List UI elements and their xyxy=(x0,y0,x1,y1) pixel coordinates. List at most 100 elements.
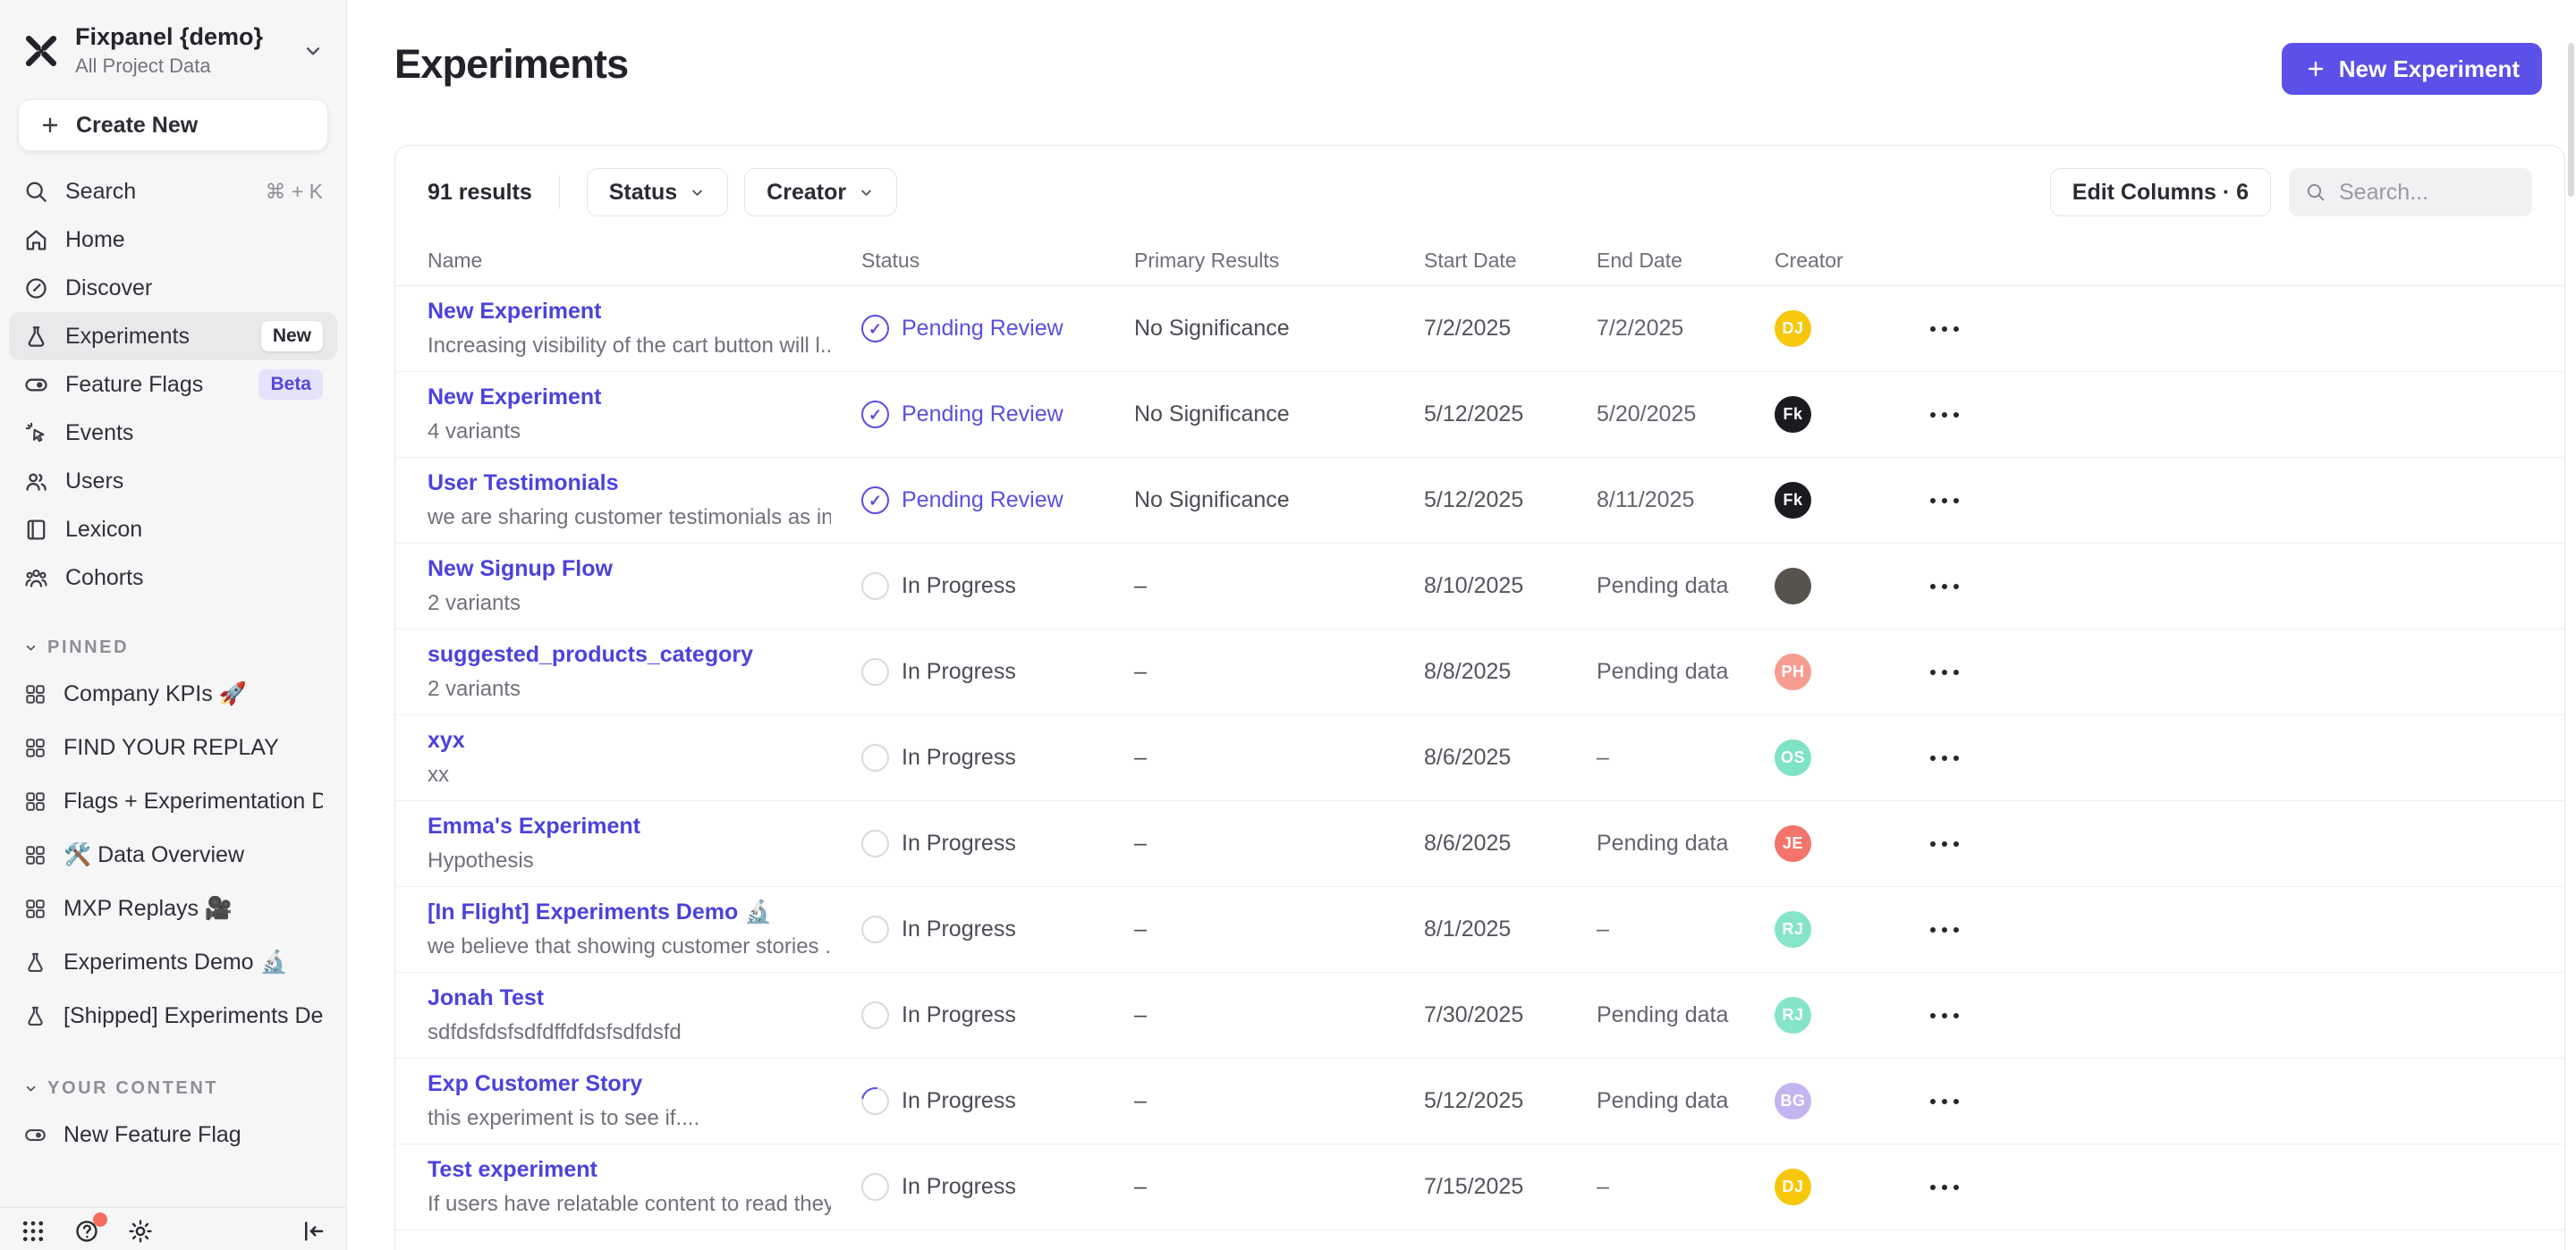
column-header-primary-results[interactable]: Primary Results xyxy=(1134,249,1424,273)
experiment-name-link[interactable]: [In Flight] Experiments Demo 🔬 xyxy=(428,899,831,925)
creator-avatar xyxy=(1775,568,1811,604)
row-overflow-menu-button[interactable] xyxy=(1927,405,1962,425)
experiment-description: If users have relatable content to read … xyxy=(428,1192,831,1217)
sidebar-item-users[interactable]: Users xyxy=(9,457,337,505)
pinned-item-company-kpis[interactable]: Company KPIs 🚀 xyxy=(0,667,346,721)
workspace-name: Fixpanel {demo} xyxy=(75,23,263,50)
sidebar-footer xyxy=(0,1207,346,1250)
column-header-creator[interactable]: Creator xyxy=(1775,249,1927,273)
window-scrollbar-thumb[interactable] xyxy=(2568,43,2574,197)
experiment-name-link[interactable]: Exp Customer Story xyxy=(428,1071,831,1097)
row-overflow-menu-button[interactable] xyxy=(1927,834,1962,854)
help-icon[interactable] xyxy=(73,1218,100,1245)
sidebar-item-home[interactable]: Home xyxy=(9,215,337,264)
row-overflow-menu-button[interactable] xyxy=(1927,491,1962,511)
pinned-item-mxp-replays[interactable]: MXP Replays 🎥 xyxy=(0,882,346,935)
status-icon xyxy=(856,1082,894,1120)
create-new-button[interactable]: Create New xyxy=(18,99,328,151)
experiment-name-link[interactable]: User Testimonials xyxy=(428,470,831,496)
gear-icon[interactable] xyxy=(127,1218,154,1245)
experiment-name-link[interactable]: Jonah Test xyxy=(428,985,831,1011)
row-overflow-menu-button[interactable] xyxy=(1927,748,1962,768)
experiment-name-link[interactable]: New Signup Flow xyxy=(428,556,831,582)
end-date-cell: Pending data xyxy=(1597,831,1775,857)
sidebar-item-cohorts[interactable]: Cohorts xyxy=(9,553,337,602)
toggle-icon xyxy=(23,1123,47,1147)
column-header-end-date[interactable]: End Date xyxy=(1597,249,1775,273)
status-cell: In Progress xyxy=(861,916,1134,943)
end-date-cell: – xyxy=(1597,1174,1775,1200)
creator-avatar: PH xyxy=(1775,654,1811,690)
beta-badge: Beta xyxy=(258,369,323,400)
creator-avatar: RJ xyxy=(1775,997,1811,1034)
table-toolbar: 91 results Status Creator Edit Columns ·… xyxy=(395,146,2564,236)
row-overflow-menu-button[interactable] xyxy=(1927,920,1962,940)
apps-grid-icon[interactable] xyxy=(20,1218,47,1245)
users-icon xyxy=(23,469,49,494)
your-content-item-new-feature-flag[interactable]: New Feature Flag xyxy=(0,1108,346,1161)
experiment-name-link[interactable]: Emma's Experiment xyxy=(428,814,831,840)
sidebar-item-experiments[interactable]: Experiments New xyxy=(9,312,337,360)
status-label: In Progress xyxy=(902,1174,1016,1200)
pinned-item-find-your-replay[interactable]: FIND YOUR REPLAY xyxy=(0,721,346,774)
experiment-name-link[interactable]: New Experiment xyxy=(428,299,831,325)
pinned-item-data-overview[interactable]: 🛠️ Data Overview xyxy=(0,828,346,882)
table-row: New Experiment 4 variants Pending Review… xyxy=(395,372,2564,458)
row-overflow-menu-button[interactable] xyxy=(1927,577,1962,596)
status-label: In Progress xyxy=(902,916,1016,942)
table-row: [In Flight] Experiments Demo 🔬 we believ… xyxy=(395,887,2564,973)
new-experiment-button[interactable]: New Experiment xyxy=(2282,43,2542,95)
workspace-switcher[interactable]: Fixpanel {demo} All Project Data xyxy=(0,0,346,85)
status-label: Pending Review xyxy=(902,401,1063,427)
main-content: Experiments New Experiment 91 results St… xyxy=(348,0,2576,1250)
column-header-start-date[interactable]: Start Date xyxy=(1424,249,1597,273)
row-overflow-menu-button[interactable] xyxy=(1927,1006,1962,1026)
experiment-name-link[interactable]: suggested_products_category xyxy=(428,642,831,668)
table-row: Emma's Experiment Hypothesis In Progress… xyxy=(395,801,2564,887)
column-header-status[interactable]: Status xyxy=(861,249,1134,273)
sidebar-item-lexicon[interactable]: Lexicon xyxy=(9,505,337,553)
search-icon xyxy=(2305,182,2326,203)
creator-avatar: RJ xyxy=(1775,911,1811,948)
sidebar-item-feature-flags[interactable]: Feature Flags Beta xyxy=(9,360,337,409)
your-content-section-header[interactable]: YOUR CONTENT xyxy=(0,1064,346,1108)
row-overflow-menu-button[interactable] xyxy=(1927,663,1962,682)
row-overflow-menu-button[interactable] xyxy=(1927,1178,1962,1197)
status-label: In Progress xyxy=(902,1002,1016,1028)
status-filter-button[interactable]: Status xyxy=(587,168,728,216)
board-icon xyxy=(23,897,47,921)
table-search-input[interactable] xyxy=(2339,180,2516,206)
row-overflow-menu-button[interactable] xyxy=(1927,319,1962,339)
chevron-down-icon xyxy=(301,39,325,63)
status-label: In Progress xyxy=(902,659,1016,685)
experiment-name-link[interactable]: xyx xyxy=(428,728,831,754)
creator-avatar: Fk xyxy=(1775,482,1811,519)
collapse-sidebar-icon[interactable] xyxy=(300,1218,326,1245)
sidebar-item-search[interactable]: Search ⌘ + K xyxy=(9,167,337,215)
end-date-cell: – xyxy=(1597,916,1775,942)
table-row: Jonah Test sdfdsfdsfsdfdffdfdsfsdfdsfd I… xyxy=(395,973,2564,1059)
pinned-item-experiments-demo[interactable]: Experiments Demo 🔬 xyxy=(0,935,346,989)
pinned-section-header[interactable]: PINNED xyxy=(0,623,346,667)
divider xyxy=(559,175,560,209)
sidebar-item-events[interactable]: Events xyxy=(9,409,337,457)
table-row: New Signup Flow 2 variants In Progress –… xyxy=(395,544,2564,629)
edit-columns-button[interactable]: Edit Columns · 6 xyxy=(2050,168,2271,216)
creator-filter-button[interactable]: Creator xyxy=(744,168,897,216)
table-row: User Testimonials we are sharing custome… xyxy=(395,458,2564,544)
creator-avatar: BG xyxy=(1775,1083,1811,1119)
experiment-name-link[interactable]: Test experiment xyxy=(428,1157,831,1183)
plus-icon xyxy=(38,114,62,137)
pinned-item-flags-experimentation-demo[interactable]: Flags + Experimentation Demo , xyxy=(0,774,346,828)
start-date-cell: 5/12/2025 xyxy=(1424,1088,1597,1114)
status-label: Pending Review xyxy=(902,487,1063,513)
column-header-name[interactable]: Name xyxy=(428,249,861,273)
experiment-name-link[interactable]: New Experiment xyxy=(428,384,831,410)
pinned-item-shipped-experiments-demo[interactable]: [Shipped] Experiments Demo 🖊️ xyxy=(0,989,346,1043)
row-overflow-menu-button[interactable] xyxy=(1927,1092,1962,1111)
sidebar-item-discover[interactable]: Discover xyxy=(9,264,337,312)
end-date-cell: Pending data xyxy=(1597,573,1775,599)
sidebar: Fixpanel {demo} All Project Data Create … xyxy=(0,0,347,1250)
table-search[interactable] xyxy=(2289,168,2532,216)
new-badge: New xyxy=(261,321,323,351)
